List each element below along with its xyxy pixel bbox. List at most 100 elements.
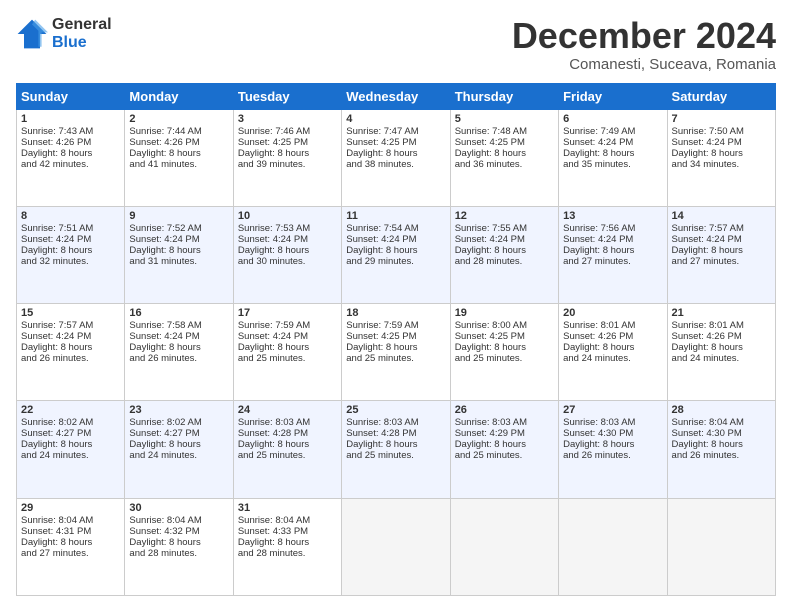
day-info: and 28 minutes. (455, 256, 554, 267)
calendar-cell: 3Sunrise: 7:46 AMSunset: 4:25 PMDaylight… (233, 109, 341, 206)
day-info: Sunset: 4:30 PM (672, 428, 771, 439)
calendar-cell (559, 498, 667, 595)
day-info: Sunset: 4:24 PM (129, 331, 228, 342)
day-info: Daylight: 8 hours (455, 439, 554, 450)
day-info: Sunrise: 7:44 AM (129, 126, 228, 137)
day-info: and 25 minutes. (455, 450, 554, 461)
calendar-cell: 8Sunrise: 7:51 AMSunset: 4:24 PMDaylight… (17, 206, 125, 303)
day-info: Sunrise: 7:51 AM (21, 223, 120, 234)
calendar-cell: 12Sunrise: 7:55 AMSunset: 4:24 PMDayligh… (450, 206, 558, 303)
day-info: and 31 minutes. (129, 256, 228, 267)
calendar-cell: 30Sunrise: 8:04 AMSunset: 4:32 PMDayligh… (125, 498, 233, 595)
day-info: and 35 minutes. (563, 159, 662, 170)
logo: General Blue (16, 16, 112, 51)
day-info: Sunset: 4:24 PM (238, 331, 337, 342)
header: General Blue December 2024 Comanesti, Su… (16, 16, 776, 73)
day-info: Daylight: 8 hours (129, 537, 228, 548)
day-info: Daylight: 8 hours (238, 245, 337, 256)
day-info: Daylight: 8 hours (455, 342, 554, 353)
calendar-cell: 5Sunrise: 7:48 AMSunset: 4:25 PMDaylight… (450, 109, 558, 206)
day-info: Sunrise: 8:04 AM (238, 515, 337, 526)
day-info: and 26 minutes. (21, 353, 120, 364)
day-info: Sunrise: 7:59 AM (238, 320, 337, 331)
calendar-cell (450, 498, 558, 595)
day-info: Sunset: 4:24 PM (563, 234, 662, 245)
day-number: 24 (238, 404, 337, 416)
weekday-header-monday: Monday (125, 83, 233, 109)
day-info: Sunset: 4:24 PM (21, 331, 120, 342)
day-number: 30 (129, 502, 228, 514)
day-info: Sunset: 4:25 PM (346, 331, 445, 342)
calendar-cell: 11Sunrise: 7:54 AMSunset: 4:24 PMDayligh… (342, 206, 450, 303)
weekday-header-tuesday: Tuesday (233, 83, 341, 109)
day-info: Sunrise: 7:48 AM (455, 126, 554, 137)
day-number: 25 (346, 404, 445, 416)
day-number: 2 (129, 113, 228, 125)
day-info: Sunset: 4:32 PM (129, 526, 228, 537)
day-info: Daylight: 8 hours (21, 148, 120, 159)
day-number: 20 (563, 307, 662, 319)
day-info: Daylight: 8 hours (238, 439, 337, 450)
day-info: Sunset: 4:28 PM (346, 428, 445, 439)
day-info: Sunset: 4:25 PM (346, 137, 445, 148)
calendar-cell: 14Sunrise: 7:57 AMSunset: 4:24 PMDayligh… (667, 206, 775, 303)
day-number: 17 (238, 307, 337, 319)
day-info: Sunrise: 7:58 AM (129, 320, 228, 331)
day-info: Sunrise: 7:57 AM (21, 320, 120, 331)
day-info: and 24 minutes. (672, 353, 771, 364)
day-info: Daylight: 8 hours (129, 342, 228, 353)
calendar-cell: 18Sunrise: 7:59 AMSunset: 4:25 PMDayligh… (342, 304, 450, 401)
day-number: 23 (129, 404, 228, 416)
location: Comanesti, Suceava, Romania (512, 56, 776, 73)
day-info: Daylight: 8 hours (346, 342, 445, 353)
day-info: Sunrise: 7:55 AM (455, 223, 554, 234)
day-info: Daylight: 8 hours (238, 537, 337, 548)
day-info: Daylight: 8 hours (346, 148, 445, 159)
day-info: Daylight: 8 hours (455, 245, 554, 256)
logo-icon (16, 18, 48, 50)
day-number: 31 (238, 502, 337, 514)
day-info: and 42 minutes. (21, 159, 120, 170)
day-info: Sunrise: 7:57 AM (672, 223, 771, 234)
calendar-week-3: 15Sunrise: 7:57 AMSunset: 4:24 PMDayligh… (17, 304, 776, 401)
day-info: and 25 minutes. (346, 450, 445, 461)
day-info: Sunrise: 7:49 AM (563, 126, 662, 137)
weekday-header-saturday: Saturday (667, 83, 775, 109)
day-info: Sunset: 4:24 PM (346, 234, 445, 245)
day-number: 4 (346, 113, 445, 125)
day-number: 3 (238, 113, 337, 125)
day-info: Sunset: 4:28 PM (238, 428, 337, 439)
day-info: Sunset: 4:24 PM (672, 137, 771, 148)
day-info: Sunrise: 8:03 AM (455, 417, 554, 428)
day-info: Sunrise: 8:03 AM (238, 417, 337, 428)
day-info: Sunrise: 7:47 AM (346, 126, 445, 137)
day-info: and 27 minutes. (563, 256, 662, 267)
calendar-cell: 22Sunrise: 8:02 AMSunset: 4:27 PMDayligh… (17, 401, 125, 498)
day-info: Daylight: 8 hours (129, 245, 228, 256)
day-info: and 34 minutes. (672, 159, 771, 170)
day-number: 19 (455, 307, 554, 319)
weekday-header-thursday: Thursday (450, 83, 558, 109)
calendar: SundayMondayTuesdayWednesdayThursdayFrid… (16, 83, 776, 596)
day-info: Daylight: 8 hours (346, 439, 445, 450)
day-info: Daylight: 8 hours (672, 148, 771, 159)
day-info: and 24 minutes. (129, 450, 228, 461)
day-info: Sunset: 4:26 PM (21, 137, 120, 148)
day-info: Sunrise: 8:03 AM (346, 417, 445, 428)
day-info: and 28 minutes. (129, 548, 228, 559)
day-info: and 26 minutes. (563, 450, 662, 461)
logo-text: General Blue (52, 16, 112, 51)
calendar-cell: 4Sunrise: 7:47 AMSunset: 4:25 PMDaylight… (342, 109, 450, 206)
calendar-cell: 15Sunrise: 7:57 AMSunset: 4:24 PMDayligh… (17, 304, 125, 401)
day-info: Sunset: 4:27 PM (129, 428, 228, 439)
day-info: and 24 minutes. (21, 450, 120, 461)
calendar-cell: 31Sunrise: 8:04 AMSunset: 4:33 PMDayligh… (233, 498, 341, 595)
day-info: and 25 minutes. (346, 353, 445, 364)
day-info: and 38 minutes. (346, 159, 445, 170)
day-info: and 30 minutes. (238, 256, 337, 267)
day-info: Sunset: 4:26 PM (563, 331, 662, 342)
day-number: 10 (238, 210, 337, 222)
calendar-cell: 27Sunrise: 8:03 AMSunset: 4:30 PMDayligh… (559, 401, 667, 498)
day-info: Daylight: 8 hours (238, 148, 337, 159)
calendar-cell: 28Sunrise: 8:04 AMSunset: 4:30 PMDayligh… (667, 401, 775, 498)
